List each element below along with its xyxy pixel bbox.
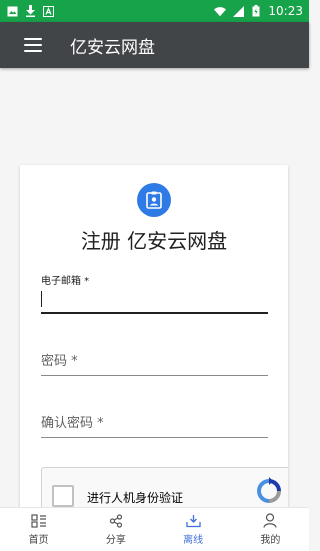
battery-icon xyxy=(250,5,262,17)
wifi-icon xyxy=(214,5,227,17)
nav-label-offline: 离线 xyxy=(183,534,204,546)
recaptcha-widget: 进行人机身份验证 xyxy=(41,467,288,510)
status-bar-notifications xyxy=(6,5,54,17)
text-caret xyxy=(41,291,42,307)
register-heading: 注册 亿安云网盘 xyxy=(80,229,228,253)
contact-id-icon xyxy=(137,183,171,217)
confirm-password-field[interactable]: 确认密码 * xyxy=(41,412,268,440)
home-grid-icon xyxy=(31,513,46,528)
email-field[interactable]: 电子邮箱 * xyxy=(41,272,268,314)
nav-label-home: 首页 xyxy=(28,534,49,546)
download-tray-icon xyxy=(185,514,201,527)
app-bar: 亿安云网盘 xyxy=(0,22,309,68)
share-icon xyxy=(109,513,122,528)
recaptcha-checkbox[interactable] xyxy=(52,485,74,507)
signal-icon xyxy=(232,5,244,17)
email-label: 电子邮箱 * xyxy=(41,276,90,287)
nav-label-mine: 我的 xyxy=(260,535,281,546)
recaptcha-logo-icon xyxy=(254,476,284,510)
download-icon xyxy=(24,5,36,17)
status-time: 10:23 xyxy=(268,4,303,18)
password-field[interactable]: 密码 * xyxy=(41,350,268,378)
app-title: 亿安云网盘 xyxy=(70,37,155,58)
status-bar: 10:23 xyxy=(0,0,309,22)
person-icon xyxy=(263,513,277,528)
nav-item-offline[interactable]: 离线 xyxy=(155,508,232,551)
recaptcha-label: 进行人机身份验证 xyxy=(87,491,184,505)
nav-item-share[interactable]: 分享 xyxy=(77,508,154,551)
nav-item-mine[interactable]: 我的 xyxy=(232,508,309,551)
confirm-password-underline xyxy=(41,437,268,438)
nav-item-home[interactable]: 首页 xyxy=(0,508,77,551)
a-icon xyxy=(42,5,54,17)
password-placeholder: 密码 * xyxy=(41,354,78,369)
hamburger-menu-icon[interactable] xyxy=(24,38,42,52)
nav-label-share: 分享 xyxy=(105,534,126,546)
confirm-password-placeholder: 确认密码 * xyxy=(41,416,104,431)
email-underline xyxy=(41,312,268,314)
password-underline xyxy=(41,375,268,376)
bottom-navigation: 首页 分享 离线 我的 xyxy=(0,507,309,551)
image-icon xyxy=(6,5,18,17)
register-card: 注册 亿安云网盘 电子邮箱 * 密码 * 确认密码 * 进行人机身份验证 xyxy=(20,165,288,510)
status-bar-system: 10:23 xyxy=(214,4,303,18)
